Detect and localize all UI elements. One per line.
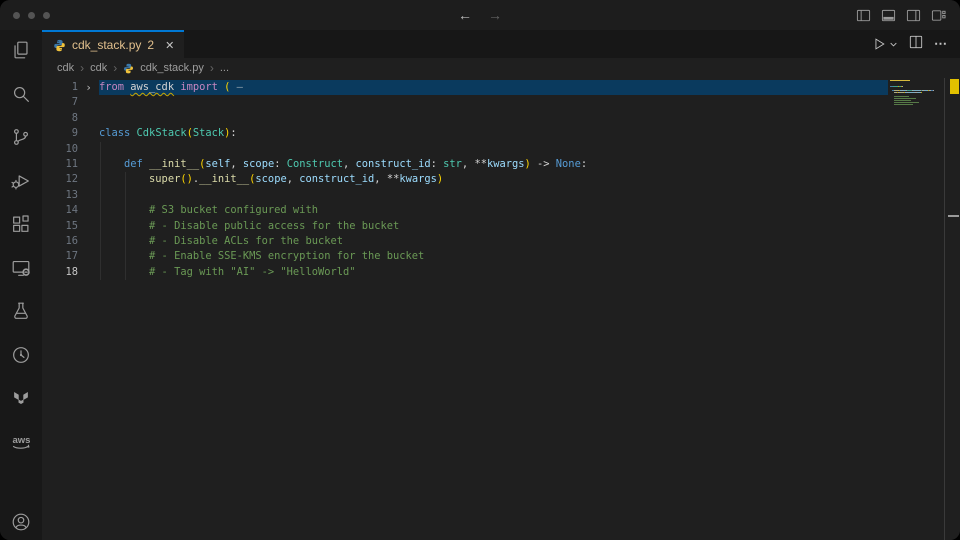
indent-guide	[125, 172, 126, 280]
run-python-file-icon[interactable]	[872, 37, 898, 51]
fold-spacer	[78, 265, 99, 280]
source-control-icon[interactable]	[9, 125, 33, 149]
fold-spacer	[78, 142, 99, 157]
history-navigation: ← →	[458, 0, 502, 30]
aws-toolkit-icon[interactable]: aws	[9, 430, 33, 454]
breadcrumb-item-symbol[interactable]: ...	[220, 62, 229, 74]
indent-guide	[100, 142, 101, 281]
toggle-panel-icon[interactable]	[881, 8, 896, 23]
code-lines: 1›from aws_cdk import ( –789class CdkSta…	[42, 80, 888, 280]
code-line[interactable]: 17 # - Enable SSE-KMS encryption for the…	[42, 249, 888, 264]
maximize-window-icon[interactable]	[43, 12, 50, 19]
vscode-window: ← →	[0, 0, 960, 540]
tab-label: cdk_stack.py	[72, 38, 141, 52]
code-line[interactable]: 12 super().__init__(scope, construct_id,…	[42, 172, 888, 187]
explorer-icon[interactable]	[9, 38, 33, 62]
minimap[interactable]	[888, 80, 945, 106]
line-number: 16	[42, 234, 78, 249]
minimap-line	[888, 104, 945, 105]
code-line[interactable]: 7	[42, 95, 888, 110]
code-line[interactable]: 18 # - Tag with "AI" -> "HelloWorld"	[42, 265, 888, 280]
overview-warning-marker	[950, 79, 959, 94]
code-line[interactable]: 15 # - Disable public access for the buc…	[42, 219, 888, 234]
toggle-secondary-sidebar-icon[interactable]	[906, 8, 921, 23]
fold-spacer	[78, 219, 99, 234]
code-line[interactable]: 16 # - Disable ACLs for the bucket	[42, 234, 888, 249]
fold-chevron-icon[interactable]: ›	[78, 80, 99, 95]
breadcrumb: cdk › cdk › cdk_stack.py › ...	[42, 58, 960, 78]
tab-badge: 2	[147, 38, 154, 52]
tab-cdk-stack[interactable]: cdk_stack.py 2 ✕	[42, 30, 184, 58]
fold-spacer	[78, 188, 99, 203]
search-icon[interactable]	[9, 82, 33, 106]
overview-cursor-marker	[948, 215, 959, 217]
line-number: 18	[42, 265, 78, 280]
remote-explorer-icon[interactable]	[9, 256, 33, 280]
editor-actions: ⋯	[872, 30, 960, 58]
code-line[interactable]: 13	[42, 188, 888, 203]
titlebar: ← →	[0, 0, 960, 30]
code-line[interactable]: 9class CdkStack(Stack):	[42, 126, 888, 141]
breadcrumb-item-file[interactable]: cdk_stack.py	[140, 62, 204, 74]
fold-spacer	[78, 234, 99, 249]
fold-spacer	[78, 95, 99, 110]
chevron-right-icon: ›	[113, 61, 117, 75]
minimize-window-icon[interactable]	[28, 12, 35, 19]
breadcrumb-item-folder[interactable]: cdk	[57, 62, 74, 74]
window-controls[interactable]	[0, 12, 50, 19]
minimap-content	[888, 80, 945, 105]
fold-spacer	[78, 126, 99, 141]
code-line[interactable]: 8	[42, 111, 888, 126]
code-editor[interactable]: 1›from aws_cdk import ( –789class CdkSta…	[42, 78, 888, 540]
python-file-icon	[123, 63, 134, 74]
toggle-primary-sidebar-icon[interactable]	[856, 8, 871, 23]
close-window-icon[interactable]	[13, 12, 20, 19]
line-number: 9	[42, 126, 78, 141]
close-tab-icon[interactable]: ✕	[165, 39, 174, 52]
extensions-icon[interactable]	[9, 212, 33, 236]
customize-layout-icon[interactable]	[931, 8, 946, 23]
breadcrumb-item-folder[interactable]: cdk	[90, 62, 107, 74]
line-number: 17	[42, 249, 78, 264]
line-number: 12	[42, 172, 78, 187]
line-number: 8	[42, 111, 78, 126]
fold-spacer	[78, 111, 99, 126]
fold-spacer	[78, 172, 99, 187]
timeline-icon[interactable]	[9, 343, 33, 367]
fold-spacer	[78, 203, 99, 218]
testing-beaker-icon[interactable]	[9, 299, 33, 323]
chevron-right-icon: ›	[210, 61, 214, 75]
code-line[interactable]: 1›from aws_cdk import ( –	[42, 80, 888, 95]
forward-icon[interactable]: →	[488, 8, 502, 22]
line-number: 1	[42, 80, 78, 95]
code-line[interactable]: 10	[42, 142, 888, 157]
chevron-right-icon: ›	[80, 61, 84, 75]
accounts-icon[interactable]	[9, 510, 33, 534]
activity-bar: aws	[0, 30, 42, 540]
code-line[interactable]: 14 # S3 bucket configured with	[42, 203, 888, 218]
line-number: 13	[42, 188, 78, 203]
more-actions-icon[interactable]: ⋯	[934, 36, 948, 52]
back-icon[interactable]: ←	[458, 8, 472, 22]
line-number: 14	[42, 203, 78, 218]
tab-bar: cdk_stack.py 2 ✕ ⋯	[42, 30, 960, 58]
fold-spacer	[78, 157, 99, 172]
line-number: 15	[42, 219, 78, 234]
overview-ruler[interactable]	[944, 78, 960, 540]
terraform-icon[interactable]	[9, 386, 33, 410]
svg-text:aws: aws	[13, 435, 31, 446]
split-editor-icon[interactable]	[909, 35, 923, 54]
run-and-debug-icon[interactable]	[9, 169, 33, 193]
editor-group: cdk_stack.py 2 ✕ ⋯ cdk ›	[42, 30, 960, 540]
line-number: 10	[42, 142, 78, 157]
line-number: 7	[42, 95, 78, 110]
python-file-icon	[53, 39, 66, 52]
code-line[interactable]: 11 def __init__(self, scope: Construct, …	[42, 157, 888, 172]
fold-spacer	[78, 249, 99, 264]
chevron-down-icon	[889, 40, 898, 49]
line-number: 11	[42, 157, 78, 172]
